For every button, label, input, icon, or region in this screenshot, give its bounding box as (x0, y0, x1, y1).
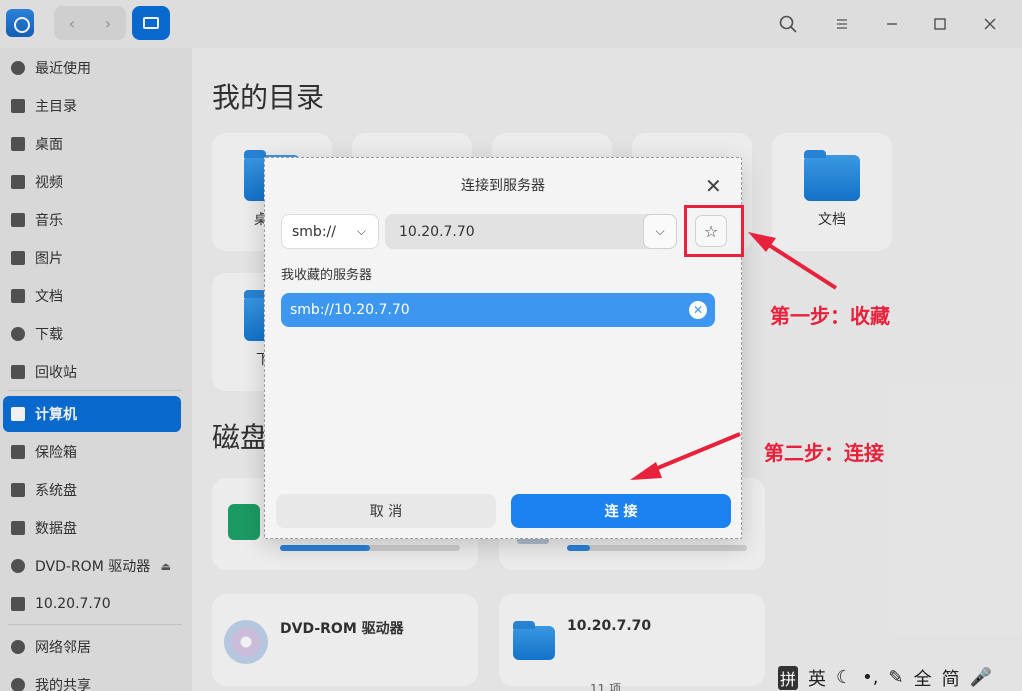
annotation-arrows (630, 232, 838, 480)
ime-pinyin[interactable]: 拼 (778, 665, 799, 690)
annotation-step1: 第一步：收藏 (770, 304, 890, 328)
ime-toolbar: 拼 英 ☾ •, ✎ 全 简 🎤 (778, 664, 1022, 691)
annotation-step2: 第二步：连接 (764, 441, 884, 465)
ime-simplified[interactable]: 简 (942, 665, 960, 691)
ime-english[interactable]: 英 (808, 665, 826, 691)
ime-fullwidth[interactable]: 全 (914, 665, 932, 691)
punctuation-icon[interactable]: •, (862, 667, 878, 688)
microphone-icon[interactable]: 🎤 (970, 667, 992, 688)
pencil-icon[interactable]: ✎ (889, 667, 904, 688)
moon-icon[interactable]: ☾ (836, 667, 852, 688)
